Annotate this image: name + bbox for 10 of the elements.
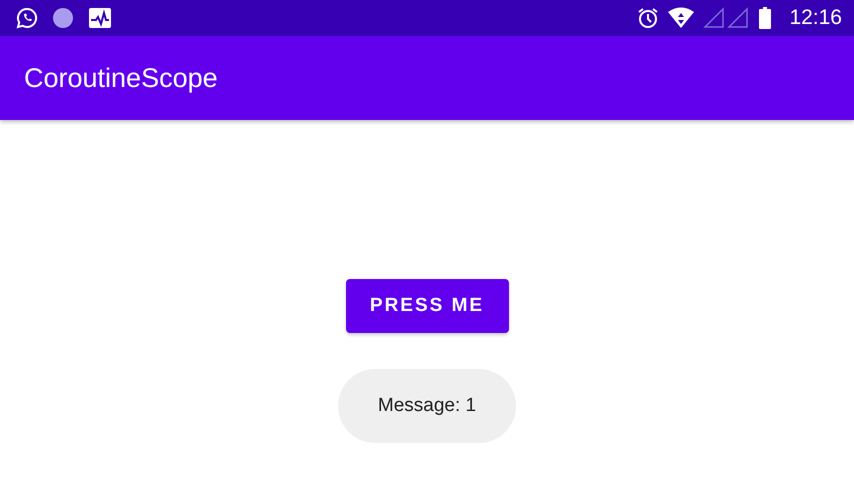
wifi-icon	[667, 7, 696, 29]
clock-time: 12:16	[789, 6, 842, 30]
circle-icon	[52, 7, 74, 29]
activity-icon	[88, 7, 112, 29]
chat-bubble-icon	[16, 7, 38, 29]
app-title: CoroutineScope	[24, 62, 218, 94]
press-me-button[interactable]: PRESS ME	[346, 279, 508, 333]
battery-icon	[759, 7, 772, 29]
alarm-clock-icon	[637, 7, 660, 29]
toast-message: Message: 1	[338, 369, 516, 443]
